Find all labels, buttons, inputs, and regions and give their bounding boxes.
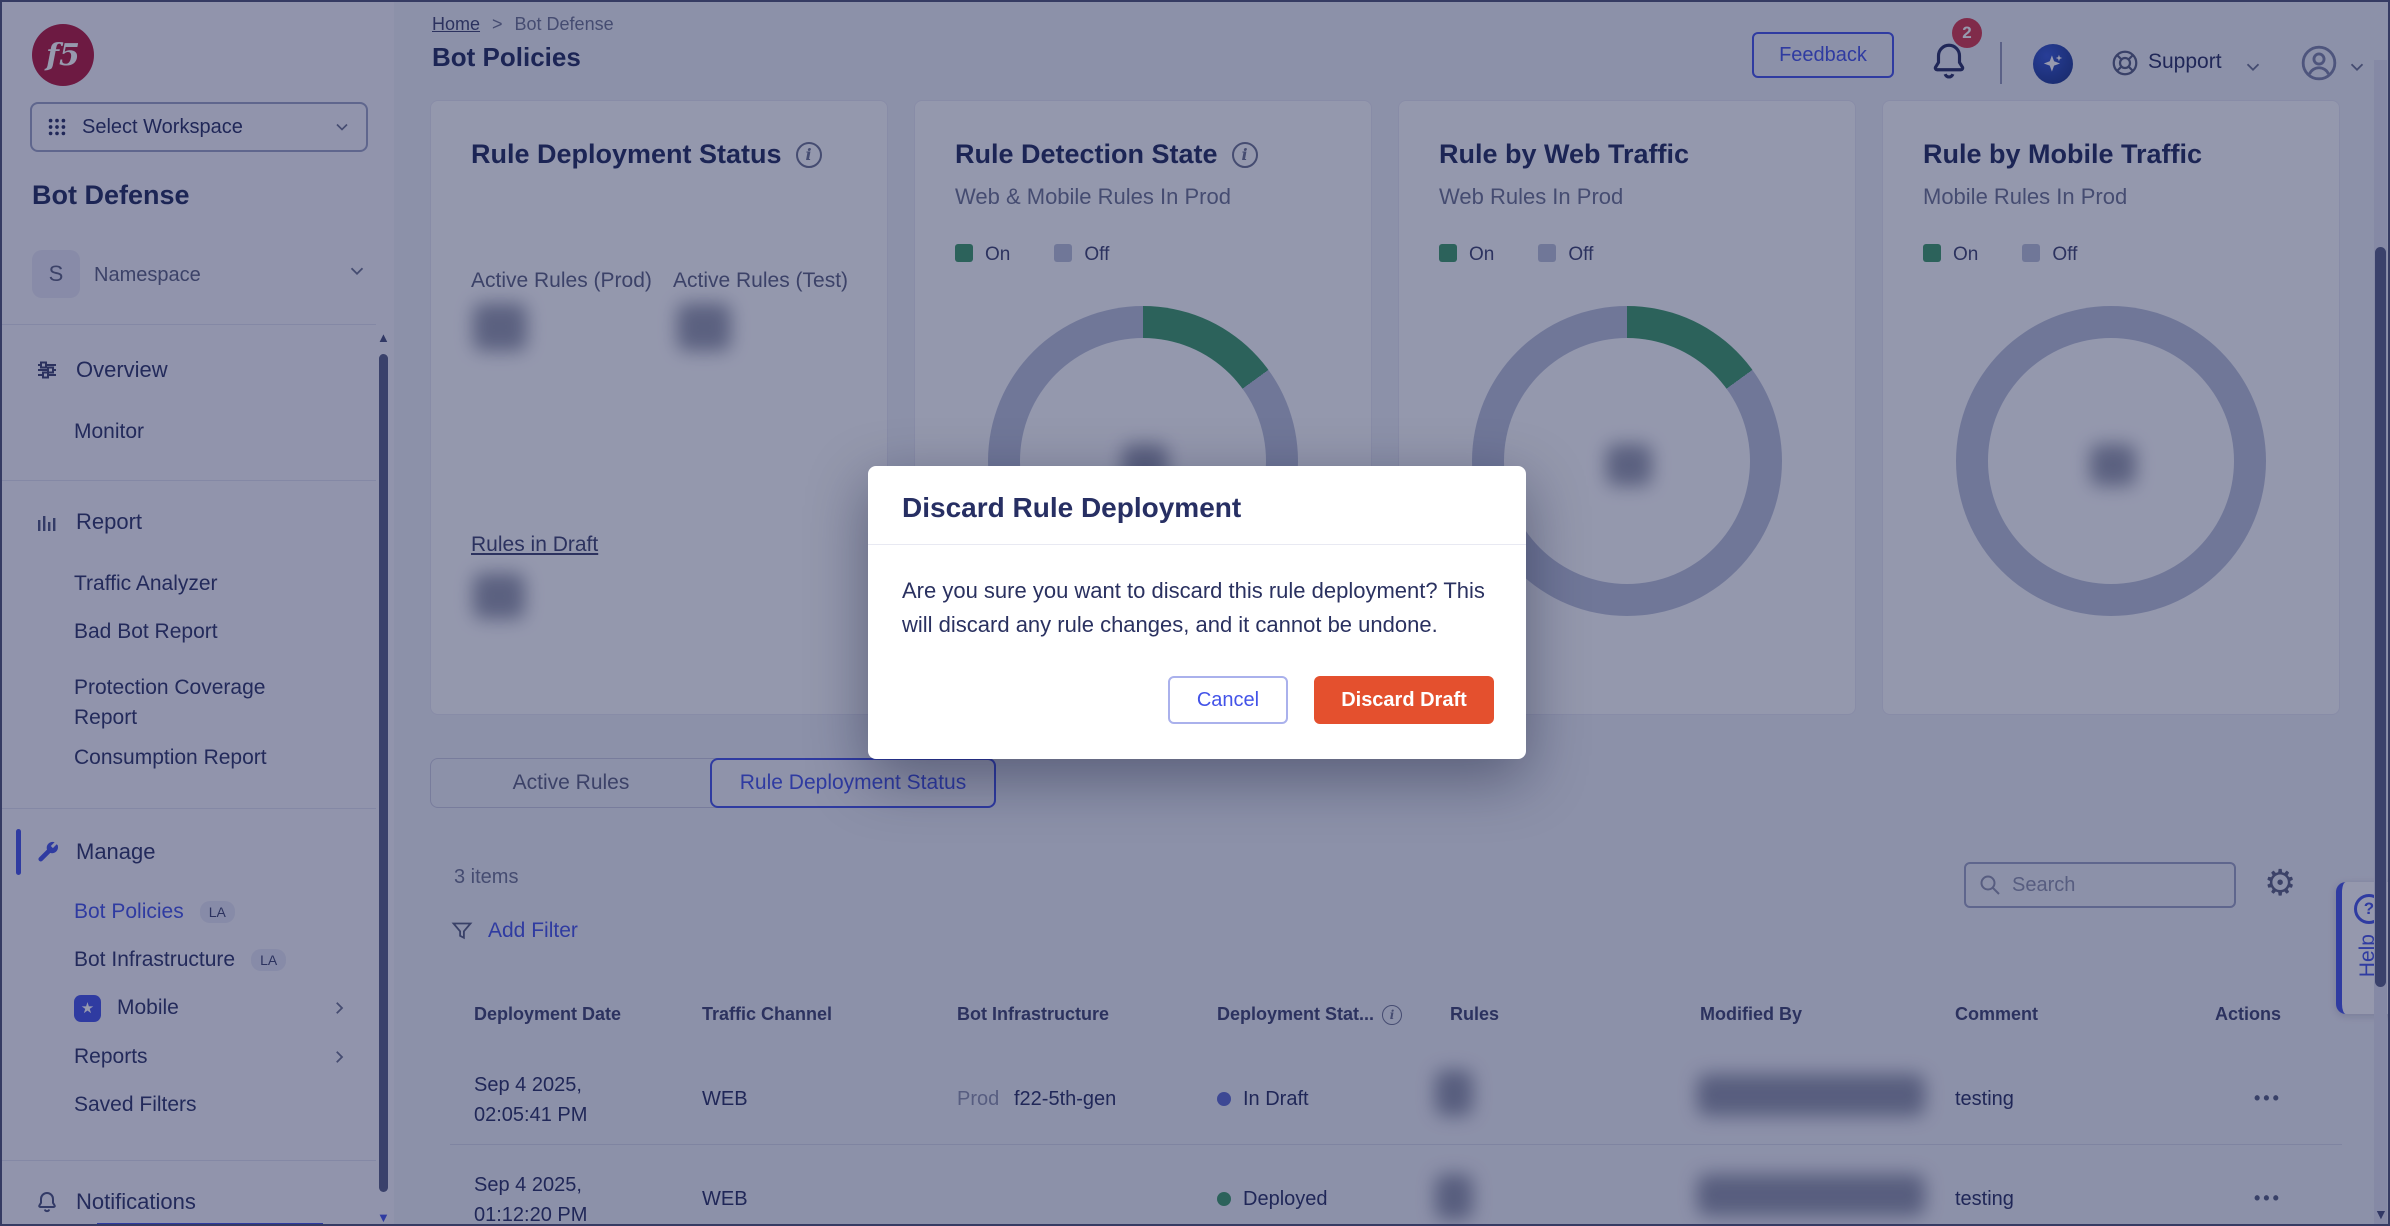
app-window: f5 Select Workspace Bot Defense S Namesp… bbox=[0, 0, 2390, 1226]
divider bbox=[868, 544, 1526, 545]
modal-body-text: Are you sure you want to discard this ru… bbox=[902, 574, 1508, 642]
modal-title: Discard Rule Deployment bbox=[902, 492, 1241, 524]
cancel-button[interactable]: Cancel bbox=[1168, 676, 1288, 724]
discard-rule-deployment-modal: Discard Rule Deployment Are you sure you… bbox=[868, 466, 1526, 759]
discard-draft-button[interactable]: Discard Draft bbox=[1314, 676, 1494, 724]
